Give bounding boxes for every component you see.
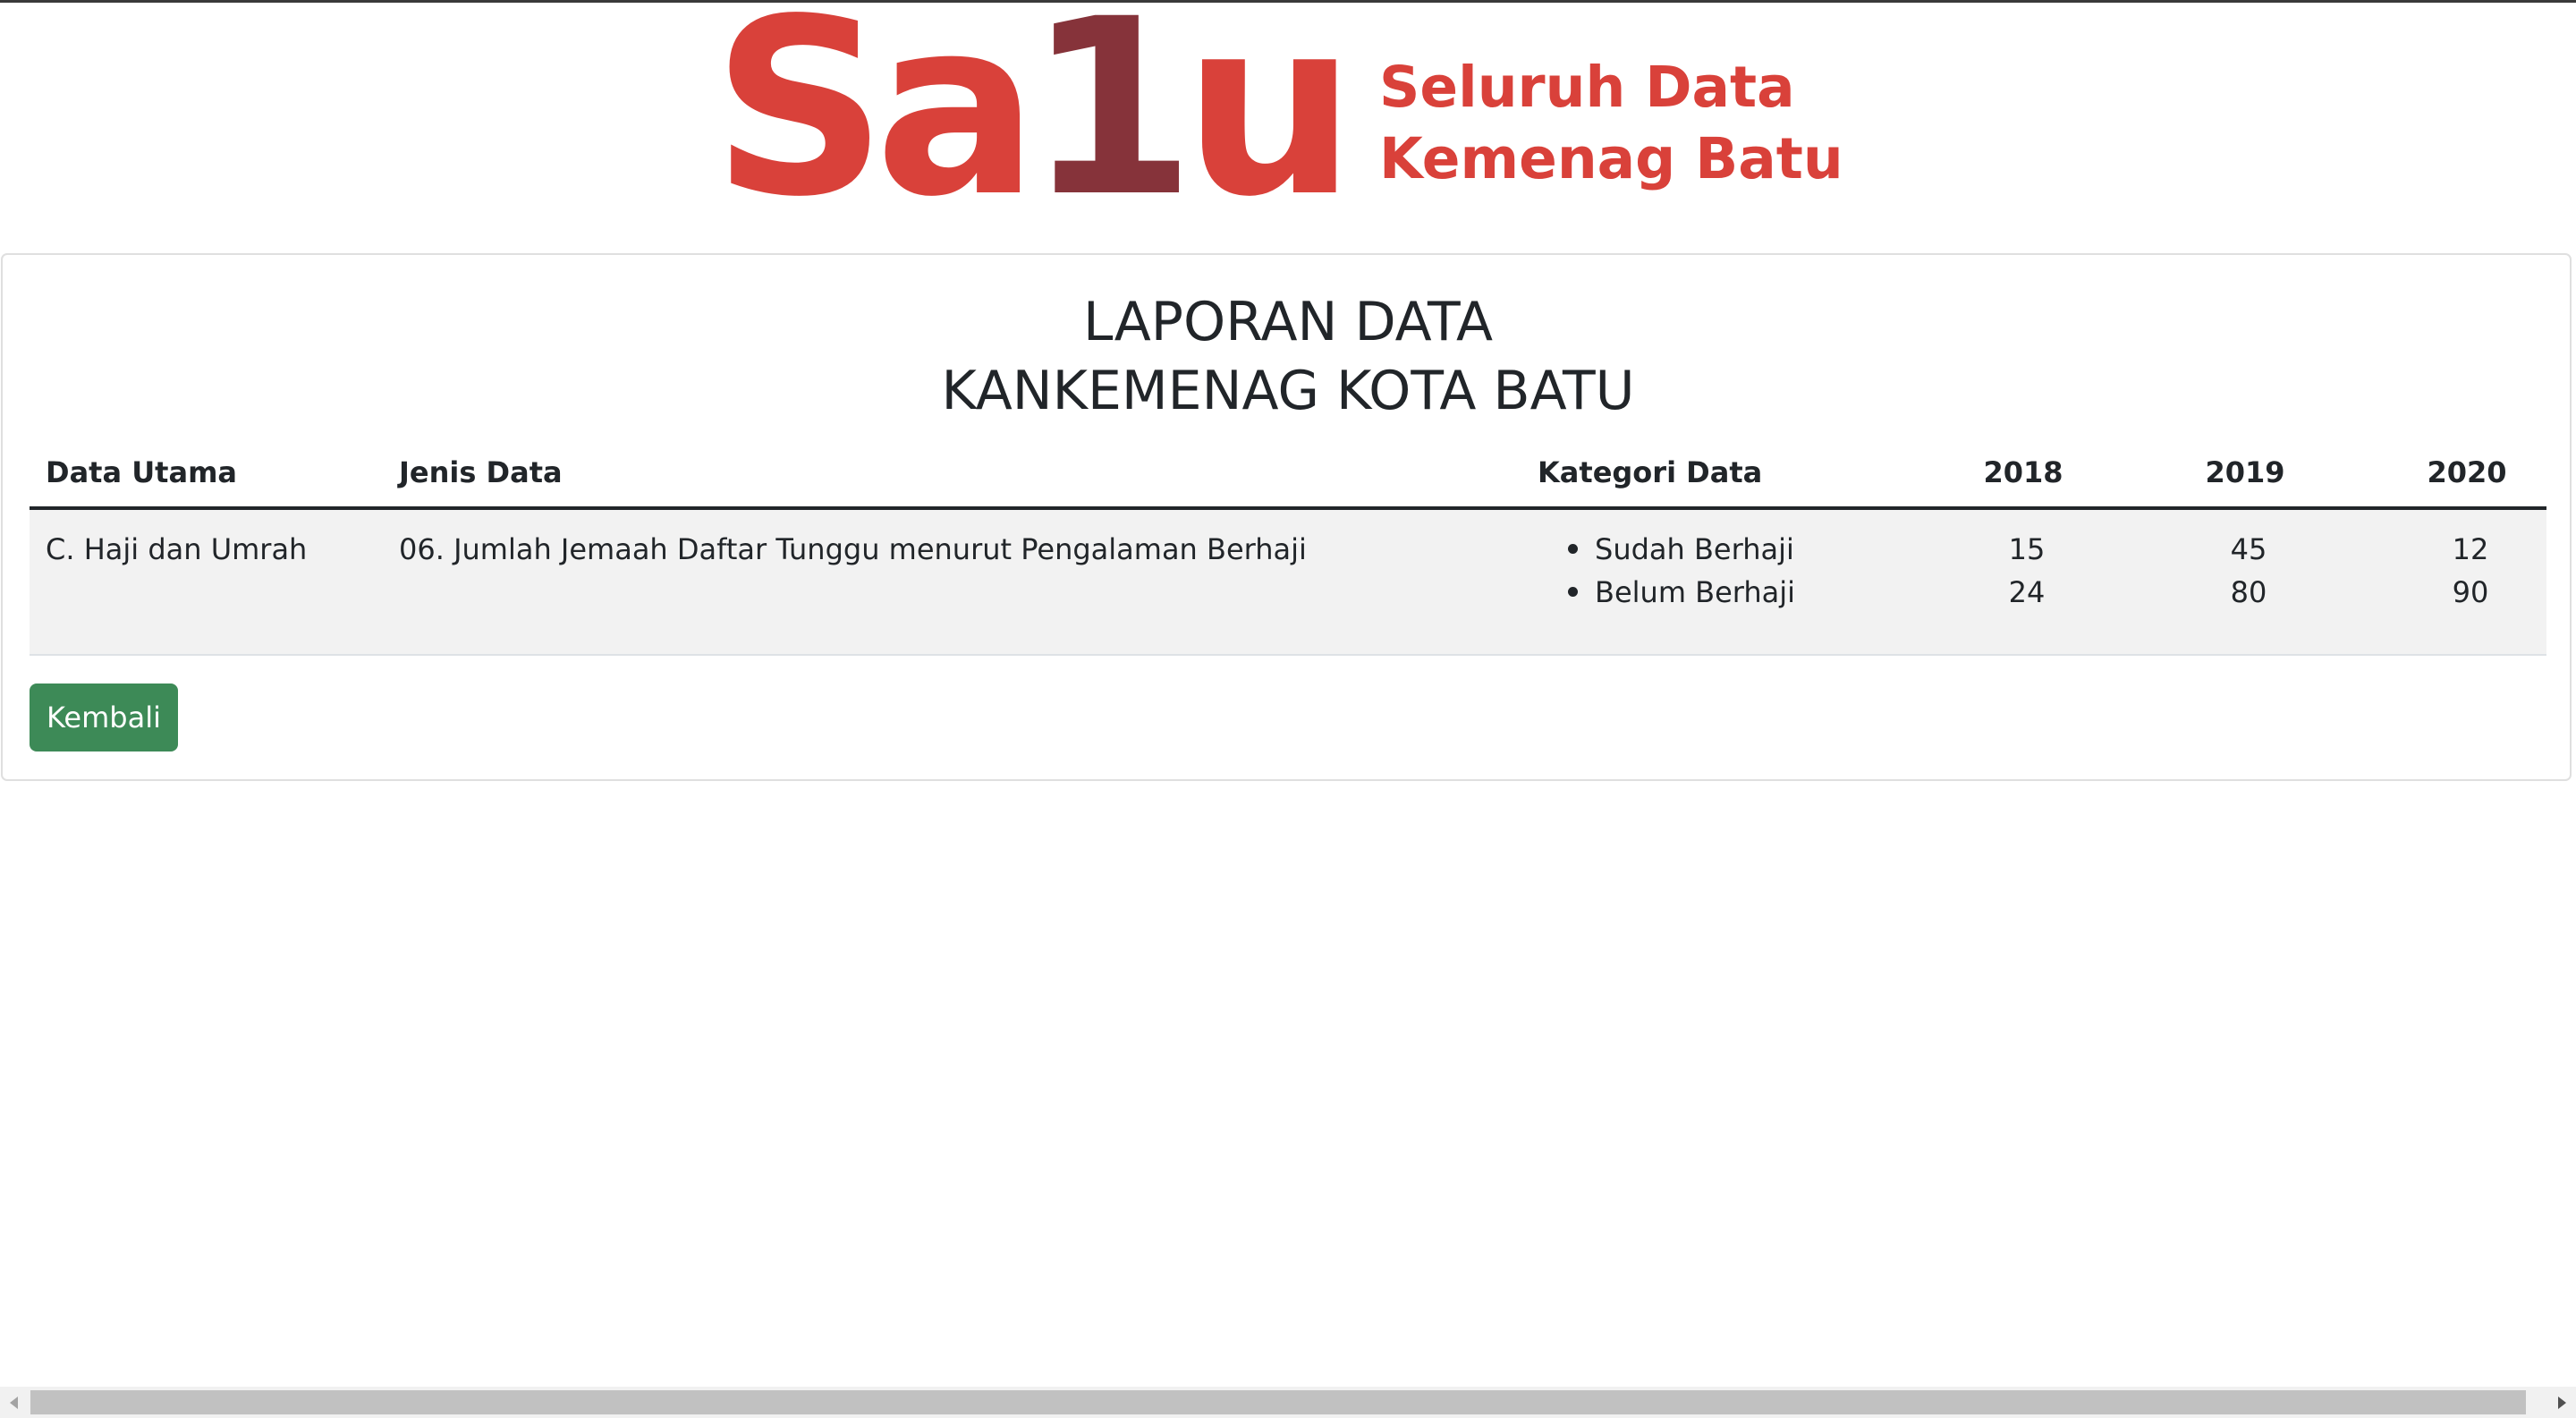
cell-2019-sudah-berhaji: 45 [2230, 532, 2267, 566]
cell-2020-sudah-berhaji: 12 [2452, 532, 2489, 566]
bullet-icon [1568, 587, 1578, 597]
logo-tagline-line1: Seluruh Data [1379, 55, 1795, 120]
site-logo: Sa1u Seluruh Data Kemenag Batu [0, 0, 2576, 231]
col-header-data-utama: Data Utama [46, 455, 237, 489]
cell-data-utama: C. Haji dan Umrah [46, 532, 308, 566]
cell-2018-sudah-berhaji: 15 [2008, 532, 2046, 566]
back-button[interactable]: Kembali [30, 684, 178, 751]
cell-jenis-data: 06. Jumlah Jemaah Daftar Tunggu menurut … [399, 532, 1307, 566]
col-header-2018: 2018 [1983, 455, 2063, 489]
scroll-left-arrow-icon[interactable] [0, 1387, 30, 1418]
col-header-2020: 2020 [2427, 455, 2507, 489]
col-header-jenis-data: Jenis Data [399, 455, 563, 489]
cell-2019-belum-berhaji: 80 [2230, 575, 2267, 609]
cell-2020-belum-berhaji: 90 [2452, 575, 2489, 609]
logo-tagline: Seluruh Data Kemenag Batu [1379, 52, 1843, 195]
col-header-2019: 2019 [2205, 455, 2285, 489]
scrollbar-thumb[interactable] [30, 1390, 2526, 1414]
col-header-kategori-data: Kategori Data [1538, 455, 1763, 489]
report-title-line2: KANKEMENAG KOTA BATU [941, 360, 1635, 422]
kategori-item-belum-berhaji: Belum Berhaji [1595, 575, 1796, 609]
horizontal-scrollbar[interactable] [0, 1387, 2576, 1418]
scroll-right-arrow-icon[interactable] [2546, 1387, 2576, 1418]
kategori-item-sudah-berhaji: Sudah Berhaji [1595, 532, 1794, 566]
table-row-divider [30, 654, 2546, 656]
bullet-icon [1568, 544, 1578, 554]
logo-tagline-line2: Kemenag Batu [1379, 126, 1843, 191]
cell-2018-belum-berhaji: 24 [2008, 575, 2046, 609]
logo-wordmark: Sa1u [712, 0, 1356, 250]
report-title-line1: LAPORAN DATA [1082, 291, 1494, 353]
